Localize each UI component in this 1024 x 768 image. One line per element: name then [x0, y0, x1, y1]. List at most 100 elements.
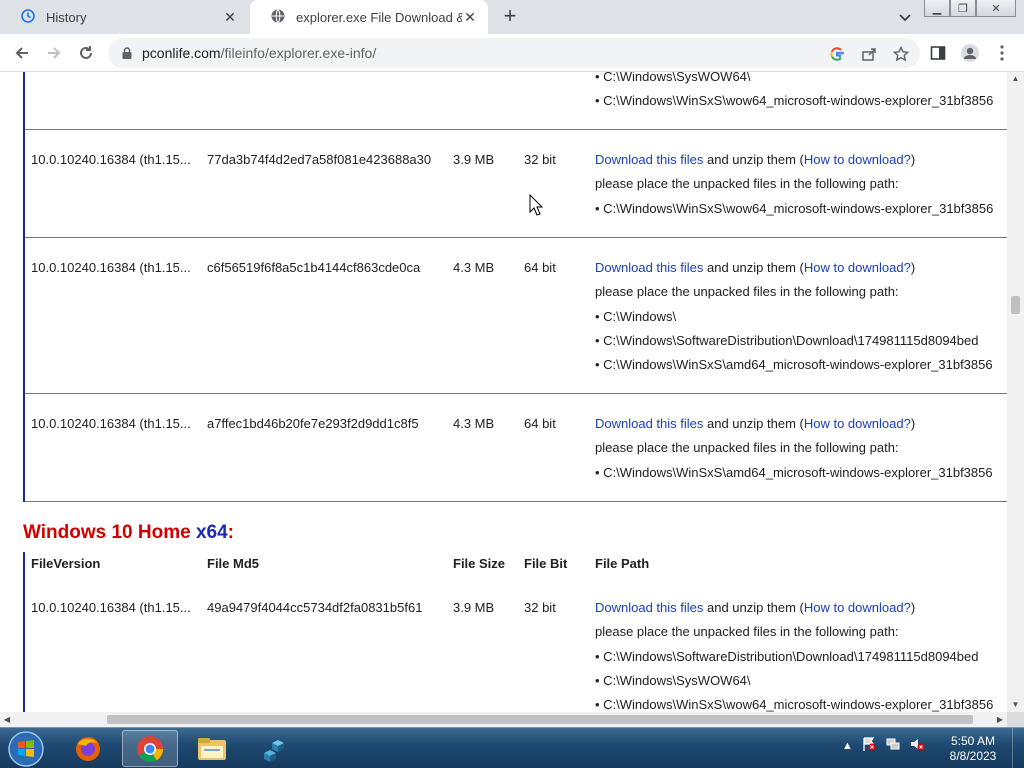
scroll-left-arrow-icon[interactable]: ◀	[0, 712, 14, 727]
instruction-text: and unzip them (	[703, 600, 804, 615]
download-link[interactable]: Download this files	[595, 152, 703, 167]
firefox-icon	[76, 736, 100, 761]
taskbar-regedit[interactable]	[246, 730, 302, 767]
file-version: 10.0.10240.16384 (th1.15...	[31, 600, 191, 615]
how-to-download-link[interactable]: How to download?	[804, 600, 911, 615]
back-arrow-icon[interactable]	[12, 43, 32, 63]
maximize-button[interactable]: ❐	[950, 0, 976, 17]
scroll-up-arrow-icon[interactable]: ▲	[1007, 72, 1024, 86]
column-header-bit: File Bit	[524, 556, 568, 571]
window-controls: ▁ ❐ ✕	[924, 0, 1016, 17]
file-path: • C:\Windows\WinSxS\amd64_microsoft-wind…	[595, 465, 993, 480]
file-path: • C:\Windows\WinSxS\wow64_microsoft-wind…	[595, 201, 994, 216]
table-row: 10.0.10240.16384 (th1.15... a7ffec1bd46b…	[25, 394, 1007, 502]
registry-cubes-icon	[264, 739, 284, 762]
more-menu-icon[interactable]	[992, 43, 1012, 63]
bookmark-star-icon[interactable]	[892, 45, 910, 63]
table-row: 10.0.10240.16384 (th1.15... 77da3b74f4d2…	[25, 130, 1007, 238]
address-bar[interactable]: pconlife.com/fileinfo/explorer.exe-info/	[108, 38, 920, 68]
file-path: • C:\Windows\SysWOW64\	[595, 673, 751, 688]
close-tab-icon[interactable]: ✕	[222, 9, 238, 26]
scrollbar-corner	[1007, 712, 1024, 727]
file-size: 4.3 MB	[453, 260, 495, 275]
close-window-button[interactable]: ✕	[976, 0, 1016, 17]
file-bit: 64 bit	[524, 260, 556, 275]
column-header-path: File Path	[595, 556, 650, 571]
file-version: 10.0.10240.16384 (th1.15...	[31, 260, 191, 275]
forward-arrow-icon[interactable]	[44, 43, 64, 63]
place-path-text: please place the unpacked files in the f…	[595, 440, 899, 455]
column-header-version: FileVersion	[31, 556, 101, 571]
file-bit: 32 bit	[524, 152, 556, 167]
minimize-button[interactable]: ▁	[924, 0, 950, 17]
volume-muted-icon[interactable]	[909, 736, 925, 755]
mouse-pointer-icon	[529, 193, 544, 216]
table-row: • C:\Windows\SysWOW64\ • C:\Windows\WinS…	[25, 72, 1007, 130]
file-path: • C:\Windows\WinSxS\wow64_microsoft-wind…	[595, 697, 994, 712]
tab-explorer[interactable]: explorer.exe File Download & Fix ✕	[250, 0, 488, 34]
folder-icon	[198, 737, 226, 760]
horizontal-scrollbar[interactable]: ◀ ▶	[0, 712, 1007, 727]
profile-avatar-icon[interactable]	[960, 43, 980, 63]
file-md5: 49a9479f4044cc5734df2fa0831b5f61	[207, 600, 423, 615]
tab-title: History	[46, 9, 87, 25]
url-host: pconlife.com	[142, 45, 221, 61]
download-link[interactable]: Download this files	[595, 416, 703, 431]
section-arch: x64	[195, 522, 228, 543]
file-size: 3.9 MB	[453, 600, 495, 615]
file-table-upper: • C:\Windows\SysWOW64\ • C:\Windows\WinS…	[23, 72, 1007, 502]
table-row: 10.0.10240.16384 (th1.15... c6f56519f6f8…	[25, 238, 1007, 394]
file-path: • C:\Windows\SoftwareDistribution\Downlo…	[595, 649, 979, 664]
file-bit: 32 bit	[524, 600, 556, 615]
page-content: • C:\Windows\SysWOW64\ • C:\Windows\WinS…	[0, 72, 1007, 712]
side-panel-icon[interactable]	[928, 43, 948, 63]
scroll-right-arrow-icon[interactable]: ▶	[993, 712, 1007, 727]
place-path-text: please place the unpacked files in the f…	[595, 624, 899, 639]
new-tab-button[interactable]: +	[498, 4, 522, 28]
clock-date: 8/8/2023	[949, 749, 997, 763]
scroll-down-arrow-icon[interactable]: ▼	[1007, 698, 1024, 712]
section-heading: Windows 10 Home x64:	[23, 522, 234, 544]
system-tray: ▲	[842, 736, 925, 755]
taskbar-explorer[interactable]	[184, 730, 240, 767]
download-link[interactable]: Download this files	[595, 260, 703, 275]
taskbar-clock[interactable]: 5:50 AM 8/8/2023	[942, 734, 1004, 764]
tray-expand-icon[interactable]: ▲	[842, 740, 853, 752]
place-path-text: please place the unpacked files in the f…	[595, 176, 899, 191]
taskbar-chrome[interactable]	[122, 730, 178, 767]
reload-icon[interactable]	[76, 43, 96, 63]
tab-history[interactable]: History ✕	[0, 0, 248, 34]
file-path: • C:\Windows\	[595, 309, 677, 324]
download-instructions: Download this files and unzip them (How …	[595, 152, 915, 168]
url-path: /fileinfo/explorer.exe-info/	[220, 45, 377, 61]
action-center-flag-icon[interactable]	[861, 736, 877, 755]
history-icon	[20, 8, 36, 27]
network-icon[interactable]	[885, 736, 901, 755]
taskbar-firefox[interactable]	[60, 730, 116, 767]
share-icon[interactable]	[860, 45, 878, 63]
vertical-scrollbar[interactable]: ▲ ▼	[1007, 72, 1024, 712]
instruction-text: )	[910, 416, 916, 431]
vertical-scroll-thumb[interactable]	[1011, 296, 1020, 314]
close-tab-icon[interactable]: ✕	[462, 9, 478, 26]
section-os-name: Windows 10 Home	[23, 522, 196, 543]
lock-icon[interactable]	[120, 46, 134, 60]
tab-title: explorer.exe File Download & Fix	[296, 9, 462, 25]
how-to-download-link[interactable]: How to download?	[804, 416, 911, 431]
horizontal-scroll-thumb[interactable]	[107, 715, 973, 724]
instruction-text: and unzip them (	[703, 152, 804, 167]
start-button[interactable]	[6, 730, 46, 768]
how-to-download-link[interactable]: How to download?	[804, 152, 911, 167]
file-table-lower: FileVersion File Md5 File Size File Bit …	[23, 552, 1007, 712]
column-header-md5: File Md5	[207, 556, 260, 571]
place-path-text: please place the unpacked files in the f…	[595, 284, 899, 299]
tab-search-chevron-icon[interactable]	[896, 8, 914, 26]
download-link[interactable]: Download this files	[595, 600, 703, 615]
google-icon[interactable]	[828, 45, 846, 63]
file-md5: c6f56519f6f8a5c1b4144cf863cde0ca	[207, 260, 421, 275]
column-header-size: File Size	[453, 556, 506, 571]
show-desktop-button[interactable]	[1012, 728, 1024, 768]
chrome-icon	[137, 735, 164, 762]
how-to-download-link[interactable]: How to download?	[804, 260, 911, 275]
file-version: 10.0.10240.16384 (th1.15...	[31, 416, 191, 431]
